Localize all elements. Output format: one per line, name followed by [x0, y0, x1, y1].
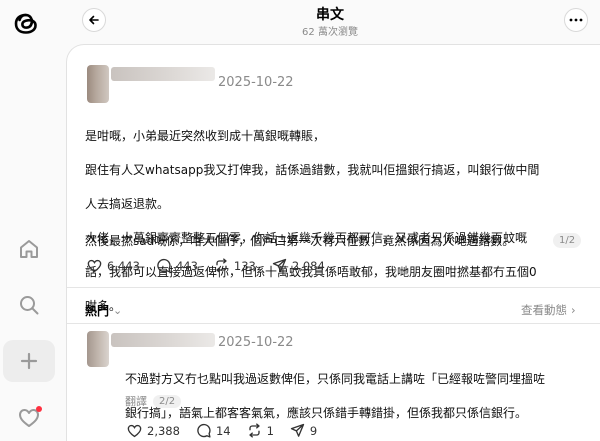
share-count: 9	[309, 423, 318, 438]
comment-button[interactable]: 14	[196, 423, 231, 438]
reply-date: 2025-10-22	[218, 335, 294, 350]
like-button[interactable]: 2,388	[127, 424, 180, 438]
search-icon[interactable]	[16, 292, 42, 318]
more-icon	[569, 18, 583, 22]
post-actions: 6,443 443 133 2,084	[87, 258, 341, 273]
notification-dot	[36, 406, 42, 412]
reply-page-indicator: 2/2	[153, 394, 182, 408]
sort-dropdown[interactable]: 熱門 ⌄	[85, 302, 122, 319]
create-post-button[interactable]	[3, 340, 55, 382]
post-line: 是咁嘅，小弟最近突然收到成十萬銀嘅轉賬，	[85, 129, 326, 143]
heart-icon	[87, 259, 102, 272]
view-activity-link[interactable]: 查看動態 ›	[521, 302, 576, 318]
divider	[67, 287, 600, 288]
reply-line: 不過對方又冇乜點叫我過返數俾佢，只係同我電話上講咗「已經報咗警同埋搵咗	[125, 372, 546, 386]
reply-author-avatar[interactable]	[87, 331, 109, 367]
send-icon	[290, 423, 305, 437]
repost-count: 133	[233, 258, 256, 273]
comment-icon	[157, 258, 171, 273]
comment-count: 443	[175, 258, 198, 273]
threads-logo-icon[interactable]	[13, 8, 41, 38]
author-name[interactable]	[111, 67, 215, 81]
page-indicator: 1/2	[553, 233, 582, 248]
home-icon[interactable]	[16, 236, 42, 262]
share-button[interactable]: 9	[290, 423, 317, 438]
heart-icon	[127, 424, 142, 437]
send-icon	[272, 258, 287, 272]
post-body: 是咁嘅，小弟最近突然收到成十萬銀嘅轉賬， 跟住有人又whatsapp我又打俾我，…	[85, 111, 539, 332]
divider	[67, 323, 600, 324]
activity-button[interactable]	[16, 405, 42, 431]
repost-icon	[248, 423, 260, 438]
comment-icon	[197, 423, 211, 438]
translate-link[interactable]: 翻譯	[125, 393, 147, 409]
chevron-right-icon: ›	[571, 303, 576, 317]
repost-button[interactable]: 1	[247, 423, 274, 438]
view-activity-label: 查看動態	[521, 303, 567, 317]
post-line: 人去搞返退款。	[85, 197, 170, 211]
post-last-line: 然後最撚sad嘅係，咁大個仔，個戶口第一次有六位數，竟然係因為人哋過錯數。	[85, 234, 515, 248]
post-line: 跟住有人又whatsapp我又打俾我，話係過錯數，我就叫佢搵銀行搞返，叫銀行做中…	[85, 163, 540, 177]
share-count: 2,084	[291, 258, 325, 273]
sidebar	[0, 0, 60, 441]
like-count: 2,388	[147, 423, 180, 438]
post-date: 2025-10-22	[218, 75, 294, 90]
reply-actions: 2,388 14 1 9	[127, 423, 333, 438]
comment-button[interactable]: 443	[156, 258, 198, 273]
page-title: 串文	[316, 7, 344, 23]
repost-icon	[216, 258, 227, 273]
repost-count: 1	[266, 423, 274, 438]
sort-label: 熱門	[85, 304, 110, 318]
reply-line: 銀行搞」，語氣上都客客氣氣，應該只係錯手轉錯掛，但係我都只係信銀行。	[125, 406, 528, 420]
author-avatar[interactable]	[87, 65, 109, 103]
view-count: 62 萬次瀏覽	[302, 27, 358, 38]
like-button[interactable]: 6,443	[87, 259, 140, 273]
translate-row: 翻譯 2/2	[125, 393, 182, 409]
like-count: 6,443	[107, 258, 140, 273]
share-button[interactable]: 2,084	[272, 258, 325, 273]
thread-card: 2025-10-22 是咁嘅，小弟最近突然收到成十萬銀嘅轉賬， 跟住有人又wha…	[66, 44, 600, 441]
comment-count: 14	[215, 423, 231, 438]
plus-icon	[20, 352, 38, 370]
chevron-down-icon: ⌄	[113, 304, 123, 317]
repost-button[interactable]: 133	[214, 258, 256, 273]
more-options-button[interactable]	[564, 8, 588, 32]
reply-author-name[interactable]	[111, 333, 215, 347]
post-line: 咁多。	[85, 299, 122, 313]
